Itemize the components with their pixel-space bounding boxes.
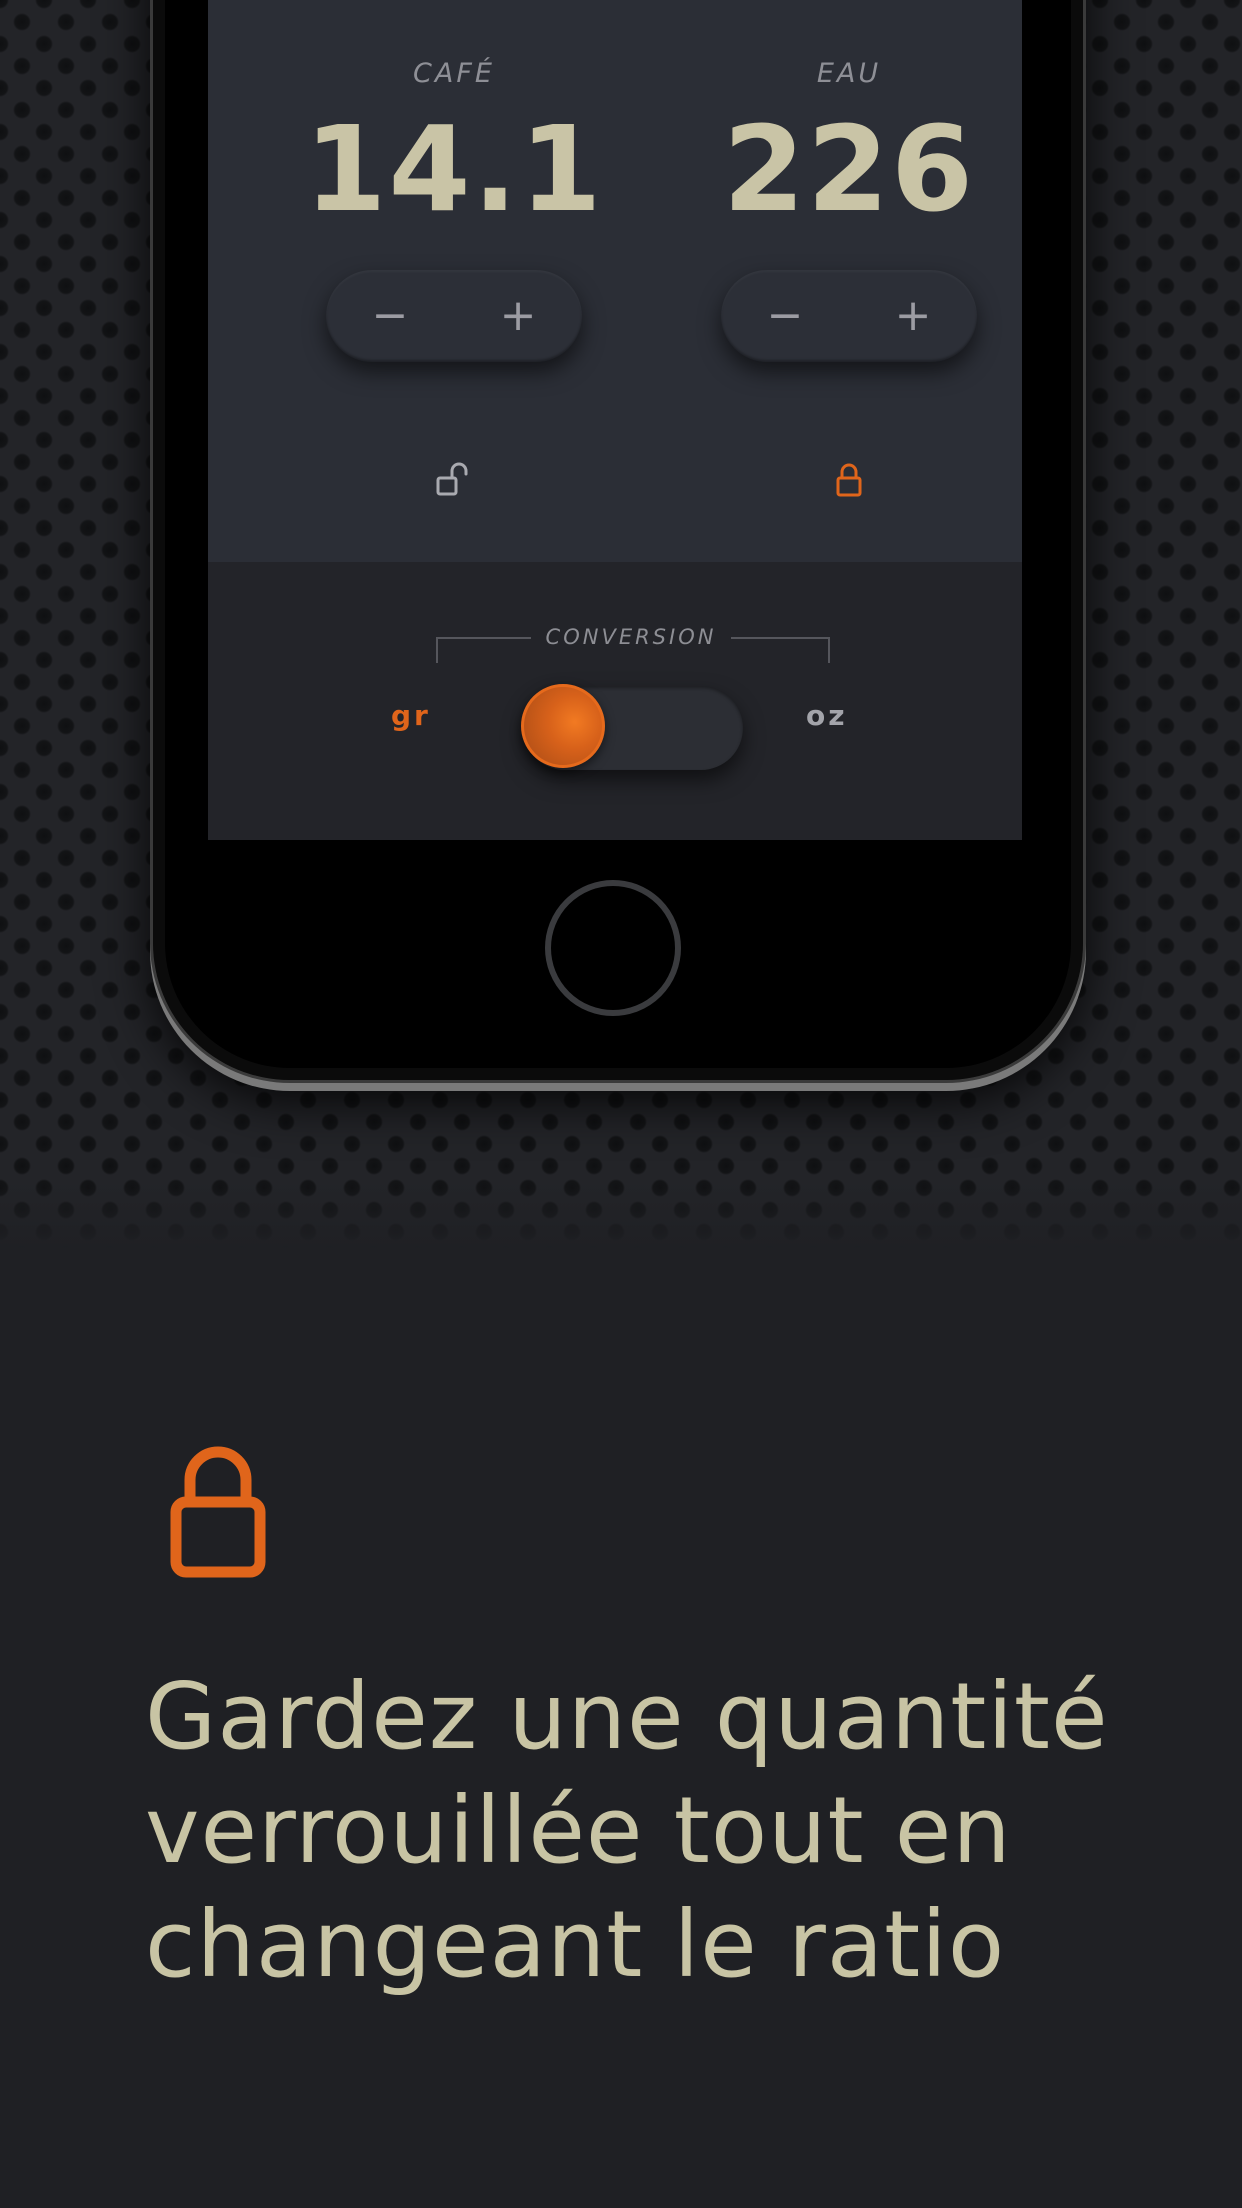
water-label: EAU bbox=[816, 58, 882, 89]
unit-gr-label[interactable]: gr bbox=[391, 699, 431, 732]
promo-screenshot: CAFÉ 14.1 − + EAU 226 − + CONVERSION gr … bbox=[0, 0, 1242, 2208]
conversion-label: CONVERSION bbox=[531, 625, 731, 649]
water-increment-button[interactable]: + bbox=[849, 270, 977, 362]
water-value[interactable]: 226 bbox=[669, 100, 1022, 238]
feature-lock-icon bbox=[170, 1444, 266, 1578]
lock-closed-icon[interactable] bbox=[829, 460, 869, 500]
feature-line-3: changeant le ratio bbox=[145, 1891, 1006, 1998]
coffee-decrement-button[interactable]: − bbox=[326, 270, 454, 362]
water-decrement-button[interactable]: − bbox=[721, 270, 849, 362]
coffee-value[interactable]: 14.1 bbox=[274, 100, 634, 238]
coffee-stepper: − + bbox=[326, 270, 582, 362]
lock-open-icon[interactable] bbox=[434, 460, 474, 500]
values-panel: CAFÉ 14.1 − + EAU 226 − + bbox=[208, 0, 1022, 562]
phone-mockup: CAFÉ 14.1 − + EAU 226 − + CONVERSION gr … bbox=[150, 0, 1086, 1083]
feature-headline: Gardez une quantité verrouillée tout en … bbox=[145, 1660, 1145, 2002]
water-stepper: − + bbox=[721, 270, 977, 362]
home-button[interactable] bbox=[545, 880, 681, 1016]
app-screen: CAFÉ 14.1 − + EAU 226 − + CONVERSION gr … bbox=[208, 0, 1022, 840]
coffee-label: CAFÉ bbox=[413, 58, 495, 89]
toggle-knob[interactable] bbox=[521, 684, 605, 768]
coffee-increment-button[interactable]: + bbox=[454, 270, 582, 362]
unit-oz-label[interactable]: oz bbox=[806, 699, 848, 732]
unit-toggle[interactable] bbox=[521, 684, 743, 770]
feature-line-2: verrouillée tout en bbox=[145, 1777, 1012, 1884]
feature-line-1: Gardez une quantité bbox=[145, 1663, 1109, 1770]
